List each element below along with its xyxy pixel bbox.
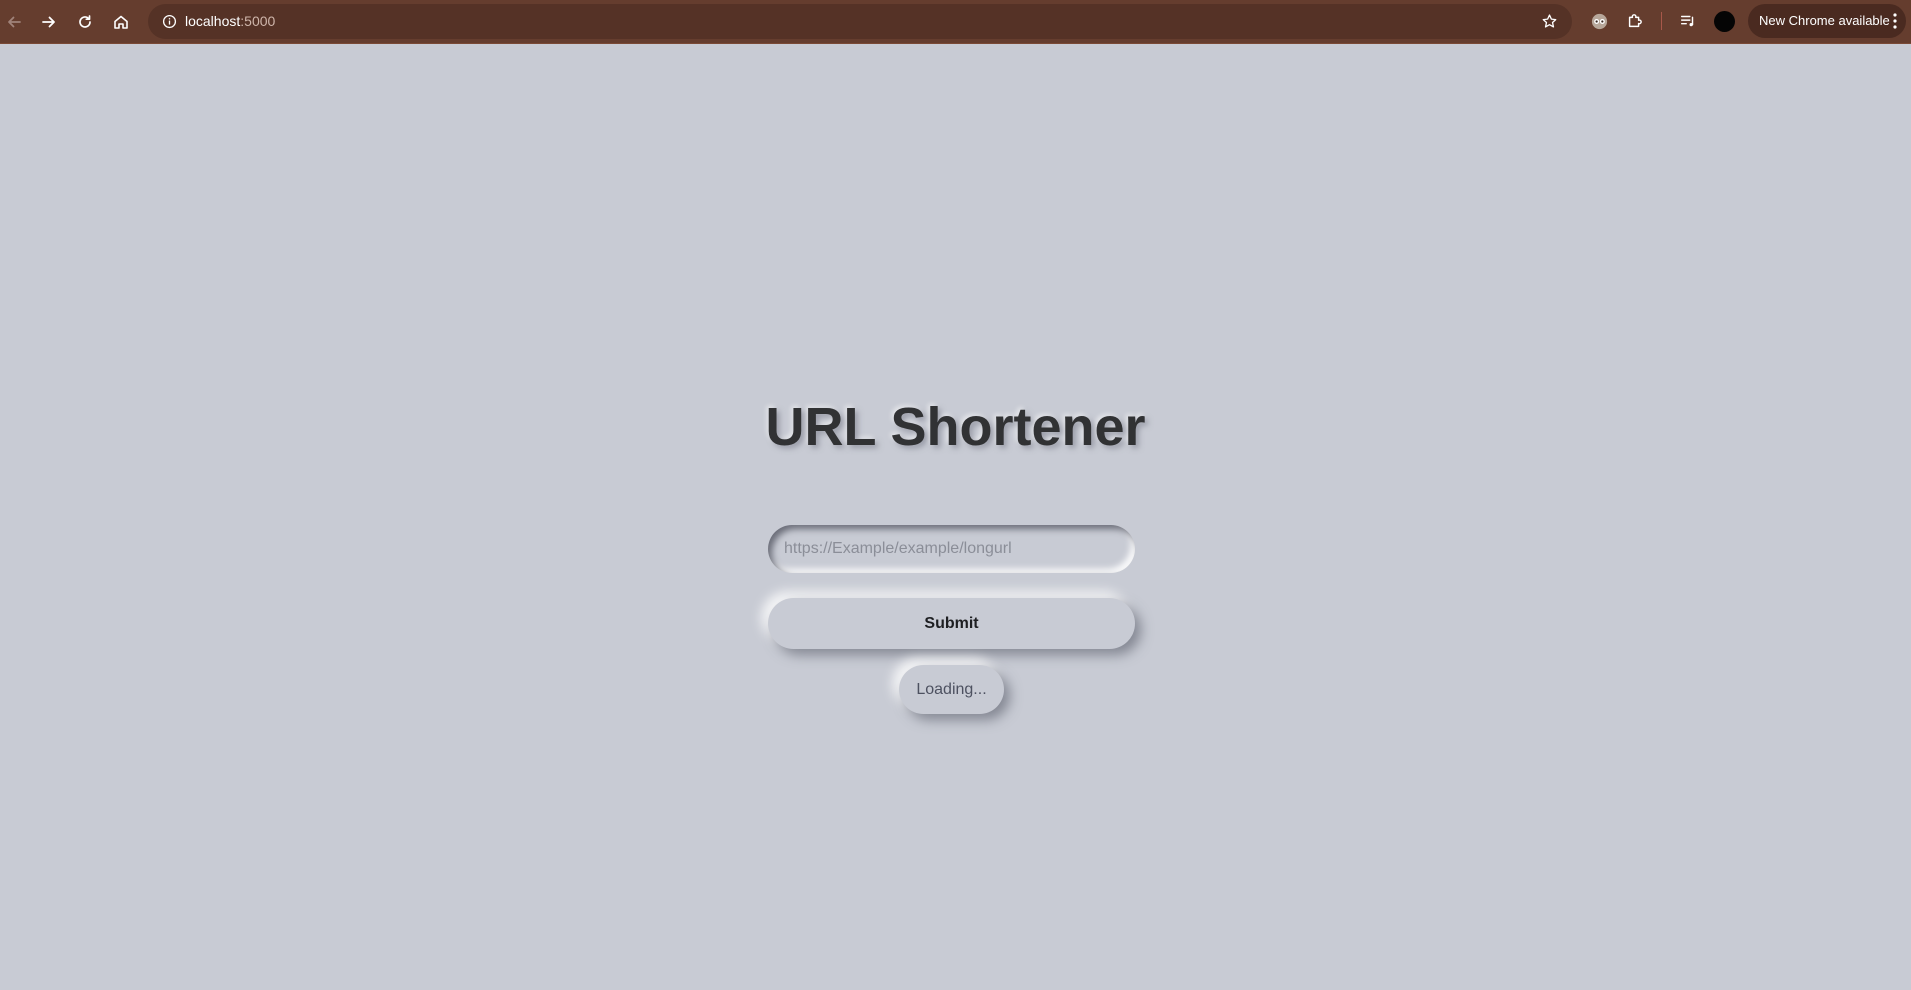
star-icon	[1542, 13, 1556, 28]
reload-button[interactable]	[68, 5, 102, 39]
toolbar-divider	[1661, 12, 1662, 30]
update-chip-label: New Chrome available	[1759, 13, 1890, 28]
extension-button[interactable]	[1586, 8, 1612, 34]
long-url-input[interactable]	[768, 525, 1135, 573]
puzzle-icon	[1628, 14, 1642, 28]
forward-button[interactable]	[32, 5, 66, 39]
reload-icon	[79, 15, 91, 28]
extensions-button[interactable]	[1622, 8, 1648, 34]
kebab-menu-icon	[1893, 13, 1897, 29]
home-icon	[114, 15, 128, 29]
address-bar[interactable]: localhost:5000	[148, 4, 1572, 39]
bookmark-button[interactable]	[1536, 8, 1562, 34]
submit-button[interactable]: Submit	[768, 598, 1135, 649]
site-info-button[interactable]	[156, 8, 182, 34]
url-port: :5000	[240, 13, 276, 29]
home-button[interactable]	[104, 5, 138, 39]
url-host: localhost	[185, 13, 241, 29]
page-title: URL Shortener	[765, 397, 1146, 457]
update-chrome-button[interactable]: New Chrome available	[1748, 4, 1906, 38]
media-control-button[interactable]	[1675, 8, 1701, 34]
back-arrow-icon	[8, 16, 21, 28]
loading-indicator: Loading...	[899, 665, 1004, 714]
back-button[interactable]	[0, 5, 31, 39]
eye-mask-icon	[1591, 13, 1607, 29]
profile-avatar[interactable]	[1714, 11, 1735, 32]
forward-arrow-icon	[42, 16, 55, 28]
info-icon	[162, 14, 176, 28]
media-queue-icon	[1680, 15, 1694, 27]
browser-toolbar: localhost:5000 New Chrome available	[0, 0, 1911, 44]
url-text[interactable]: localhost:5000	[185, 4, 275, 39]
